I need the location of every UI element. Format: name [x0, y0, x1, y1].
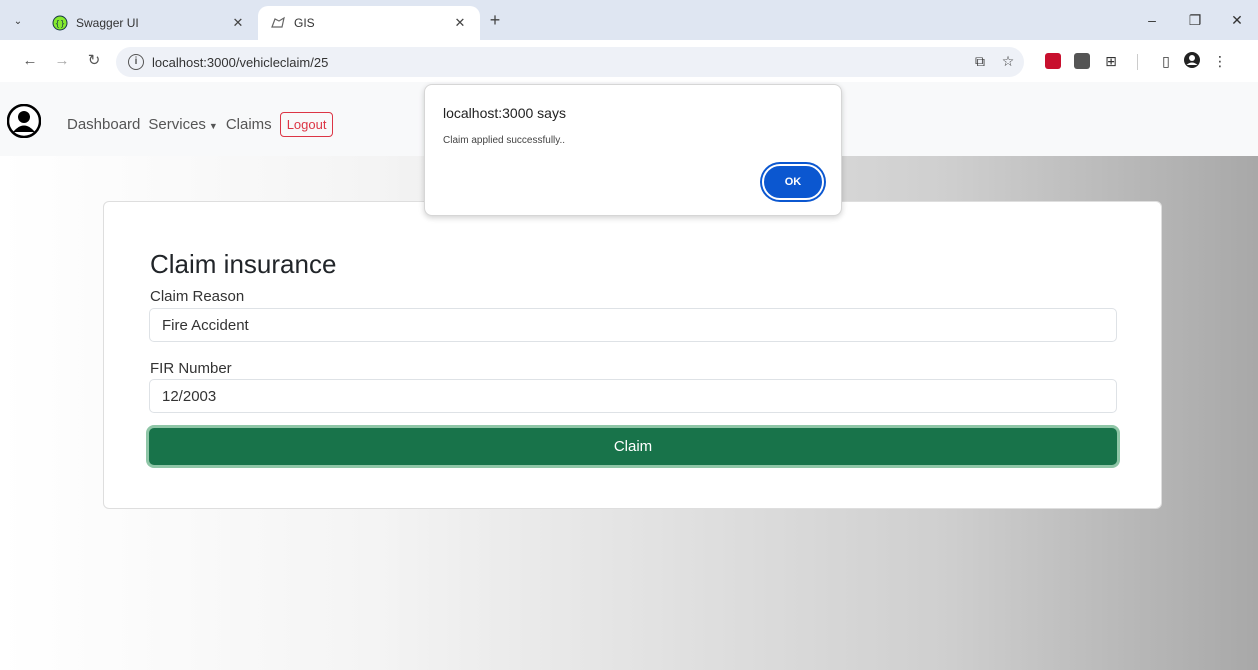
minimize-icon[interactable]: –	[1142, 10, 1162, 30]
extensions-puzzle-icon[interactable]: ⊞	[1101, 51, 1121, 71]
maximize-icon[interactable]: ❐	[1185, 10, 1205, 30]
nav-services-dropdown[interactable]: Services ▼	[148, 116, 217, 133]
extension-red-icon[interactable]	[1045, 53, 1061, 69]
claim-button[interactable]: Claim	[149, 428, 1117, 465]
toolbar-divider	[1137, 54, 1138, 70]
alert-dialog: localhost:3000 says Claim applied succes…	[424, 84, 842, 216]
fir-number-input[interactable]: 12/2003	[149, 379, 1117, 413]
tab-swagger-ui[interactable]: {} Swagger UI ✕	[40, 6, 258, 40]
nav-claims-link[interactable]: Claims	[226, 116, 272, 133]
svg-text:{}: {}	[55, 19, 65, 28]
claim-reason-label: Claim Reason	[150, 288, 245, 305]
address-bar[interactable]: i localhost:3000/vehicleclaim/25	[116, 47, 1024, 77]
dialog-message: Claim applied successfully..	[443, 135, 566, 146]
user-avatar-icon[interactable]	[6, 103, 42, 139]
tab-close-icon[interactable]: ✕	[230, 15, 246, 31]
new-tab-plus-icon[interactable]: +	[486, 11, 504, 30]
caret-down-icon: ▼	[208, 121, 218, 131]
reload-icon[interactable]: ↻	[84, 51, 104, 71]
logout-button[interactable]: Logout	[279, 112, 334, 137]
gis-favicon-icon	[270, 15, 286, 31]
browser-toolbar: ← → ↻ i localhost:3000/vehicleclaim/25 ⧉…	[0, 40, 1258, 82]
claim-reason-input[interactable]: Fire Accident	[149, 308, 1117, 342]
nav-links: Dashboard Services ▼ Claims Logout	[67, 112, 334, 137]
address-url: localhost:3000/vehicleclaim/25	[152, 54, 329, 70]
bookmark-star-icon[interactable]: ☆	[998, 51, 1018, 71]
tab-search-chevron-icon[interactable]: ⌄	[8, 11, 28, 31]
profile-icon[interactable]	[1182, 51, 1202, 71]
tab-gis[interactable]: GIS ✕	[258, 6, 480, 40]
tab-close-icon[interactable]: ✕	[452, 15, 468, 31]
page-title: Claim insurance	[150, 249, 337, 279]
nav-services-label: Services	[148, 116, 206, 133]
claim-form-card: Claim insurance Claim Reason Fire Accide…	[103, 201, 1162, 509]
dialog-ok-button[interactable]: OK	[762, 164, 824, 200]
close-window-icon[interactable]: ✕	[1227, 10, 1247, 30]
cast-icon[interactable]: ⧉	[970, 51, 990, 71]
tab-title: Swagger UI	[76, 16, 139, 30]
tab-strip: ⌄ {} Swagger UI ✕ GIS ✕ + – ❐ ✕	[0, 0, 1258, 40]
menu-kebab-icon[interactable]: ⋮	[1210, 51, 1230, 71]
dialog-title: localhost:3000 says	[443, 105, 566, 121]
fir-number-label: FIR Number	[150, 360, 232, 377]
side-panel-icon[interactable]: ▯	[1156, 51, 1176, 71]
nav-dashboard-link[interactable]: Dashboard	[67, 116, 140, 133]
swagger-favicon-icon: {}	[52, 15, 68, 31]
tab-title: GIS	[294, 16, 315, 30]
extension-selenium-icon[interactable]	[1074, 53, 1090, 69]
back-arrow-icon[interactable]: ←	[20, 51, 40, 71]
forward-arrow-icon[interactable]: →	[52, 51, 72, 71]
site-info-icon[interactable]: i	[128, 54, 144, 70]
